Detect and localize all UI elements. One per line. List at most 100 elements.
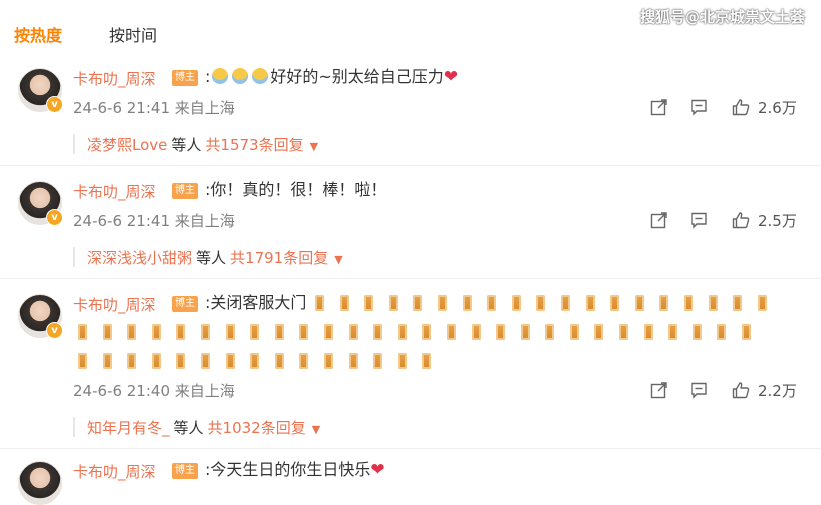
shutter-emoji-icon bbox=[225, 324, 235, 340]
reply-username[interactable]: 凌梦熙Love bbox=[87, 136, 167, 154]
shutter-emoji-icon bbox=[560, 295, 570, 311]
shutter-emoji-icon bbox=[339, 295, 349, 311]
shutter-emoji-icon bbox=[619, 324, 629, 340]
comment-body: 好好的~别太给自己压力 bbox=[270, 67, 444, 86]
shutter-emoji-icon bbox=[323, 353, 333, 369]
shutter-emoji-icon bbox=[176, 353, 186, 369]
comment-time: 24-6-6 21:41 bbox=[73, 212, 170, 230]
comment-icon[interactable] bbox=[690, 211, 708, 229]
shutter-emoji-icon bbox=[102, 324, 112, 340]
emoji-row bbox=[78, 324, 767, 342]
comment-actions: 2.2万 bbox=[650, 381, 810, 400]
shutter-emoji-icon bbox=[742, 324, 752, 340]
shutter-emoji-icon bbox=[437, 295, 447, 311]
share-icon[interactable] bbox=[650, 381, 668, 399]
shutter-emoji-icon bbox=[757, 295, 767, 311]
comment-body: :今天生日的你生日快乐 bbox=[205, 460, 371, 479]
comment-location: 来自上海 bbox=[174, 212, 235, 230]
shutter-emoji-icon bbox=[397, 324, 407, 340]
shutter-emoji-icon bbox=[471, 324, 481, 340]
reply-summary: 深深浅浅小甜粥 等人 共1791条回复 ▼ bbox=[73, 247, 343, 267]
reply-etc: 等人 bbox=[171, 136, 202, 154]
emoji-row bbox=[78, 353, 447, 371]
shutter-emoji-icon bbox=[668, 324, 678, 340]
shutter-emoji-icon bbox=[225, 353, 235, 369]
comment-location: 来自上海 bbox=[174, 99, 235, 117]
share-icon[interactable] bbox=[650, 211, 668, 229]
verified-badge-icon: v bbox=[46, 209, 63, 226]
blogger-badge: 博主 bbox=[172, 183, 198, 199]
shutter-emoji-icon bbox=[364, 295, 374, 311]
shutter-emoji-icon bbox=[422, 324, 432, 340]
shutter-emoji-icon bbox=[200, 324, 210, 340]
emoji-hug-icon bbox=[252, 68, 269, 84]
blogger-badge: 博主 bbox=[172, 296, 198, 312]
comment-location: 来自上海 bbox=[174, 382, 235, 400]
share-icon[interactable] bbox=[650, 98, 668, 116]
shutter-emoji-icon bbox=[520, 324, 530, 340]
comment-prefix: : bbox=[205, 67, 211, 86]
divider bbox=[0, 278, 821, 279]
reply-etc: 等人 bbox=[196, 249, 227, 267]
shutter-emoji-icon bbox=[462, 295, 472, 311]
reply-username[interactable]: 知年月有冬_ bbox=[87, 419, 170, 437]
shutter-emoji-icon bbox=[511, 295, 521, 311]
shutter-emoji-icon bbox=[569, 324, 579, 340]
reply-etc: 等人 bbox=[173, 419, 204, 437]
like-icon[interactable] bbox=[732, 381, 750, 399]
reply-count-link[interactable]: 共1791条回复 bbox=[230, 249, 328, 267]
comment-text: : 好好的~别太给自己压力❤ bbox=[205, 67, 458, 87]
shutter-emoji-icon bbox=[127, 324, 137, 340]
shutter-emoji-icon bbox=[274, 353, 284, 369]
like-count: 2.6万 bbox=[758, 99, 797, 117]
shutter-emoji-icon bbox=[708, 295, 718, 311]
shutter-emoji-icon bbox=[348, 353, 358, 369]
shutter-emoji-icon bbox=[610, 295, 620, 311]
divider bbox=[0, 448, 821, 449]
shutter-emoji-icon bbox=[373, 353, 383, 369]
shutter-emoji-icon bbox=[250, 353, 260, 369]
comment-username[interactable]: 卡布叻_周深 bbox=[73, 461, 156, 482]
shutter-emoji-icon bbox=[315, 295, 324, 311]
comment-username[interactable]: 卡布叻_周深 bbox=[73, 68, 156, 89]
chevron-down-icon[interactable]: ▼ bbox=[310, 140, 318, 153]
shutter-emoji-icon bbox=[487, 295, 497, 311]
sort-by-time-tab[interactable]: 按时间 bbox=[109, 22, 157, 46]
shutter-emoji-icon bbox=[176, 324, 186, 340]
chevron-down-icon[interactable]: ▼ bbox=[334, 253, 342, 266]
like-count: 2.5万 bbox=[758, 212, 797, 230]
comment-icon[interactable] bbox=[690, 381, 708, 399]
like-count: 2.2万 bbox=[758, 382, 797, 400]
comment-text: :你！真的！很！棒！啦！ bbox=[205, 180, 387, 199]
reply-summary: 凌梦熙Love 等人 共1573条回复 ▼ bbox=[73, 134, 318, 154]
shutter-emoji-icon bbox=[200, 353, 210, 369]
like-icon[interactable] bbox=[732, 98, 750, 116]
sort-by-hot-tab[interactable]: 按热度 bbox=[14, 22, 62, 46]
like-icon[interactable] bbox=[732, 211, 750, 229]
comment-text: :关闭客服大门 bbox=[205, 293, 307, 312]
chevron-down-icon[interactable]: ▼ bbox=[312, 423, 320, 436]
reply-username[interactable]: 深深浅浅小甜粥 bbox=[87, 249, 192, 267]
comment-username[interactable]: 卡布叻_周深 bbox=[73, 294, 156, 315]
verified-badge-icon: v bbox=[46, 96, 63, 113]
shutter-emoji-icon bbox=[78, 353, 87, 369]
shutter-emoji-icon bbox=[397, 353, 407, 369]
reply-count-link[interactable]: 共1032条回复 bbox=[208, 419, 306, 437]
heart-icon: ❤ bbox=[443, 67, 459, 87]
avatar[interactable] bbox=[18, 461, 62, 505]
blogger-badge: 博主 bbox=[172, 70, 198, 86]
shutter-emoji-icon bbox=[594, 324, 604, 340]
shutter-emoji-icon bbox=[717, 324, 727, 340]
shutter-emoji-icon bbox=[446, 324, 456, 340]
emoji-row bbox=[315, 295, 782, 313]
comment-meta: 24-6-6 21:41 来自上海 bbox=[73, 97, 235, 118]
shutter-emoji-icon bbox=[373, 324, 383, 340]
comment-icon[interactable] bbox=[690, 98, 708, 116]
comment-meta: 24-6-6 21:41 来自上海 bbox=[73, 210, 235, 231]
comment-actions: 2.5万 bbox=[650, 211, 810, 230]
shutter-emoji-icon bbox=[643, 324, 653, 340]
reply-count-link[interactable]: 共1573条回复 bbox=[205, 136, 303, 154]
shutter-emoji-icon bbox=[413, 295, 423, 311]
comment-username[interactable]: 卡布叻_周深 bbox=[73, 181, 156, 202]
emoji-hug-icon bbox=[232, 68, 249, 84]
